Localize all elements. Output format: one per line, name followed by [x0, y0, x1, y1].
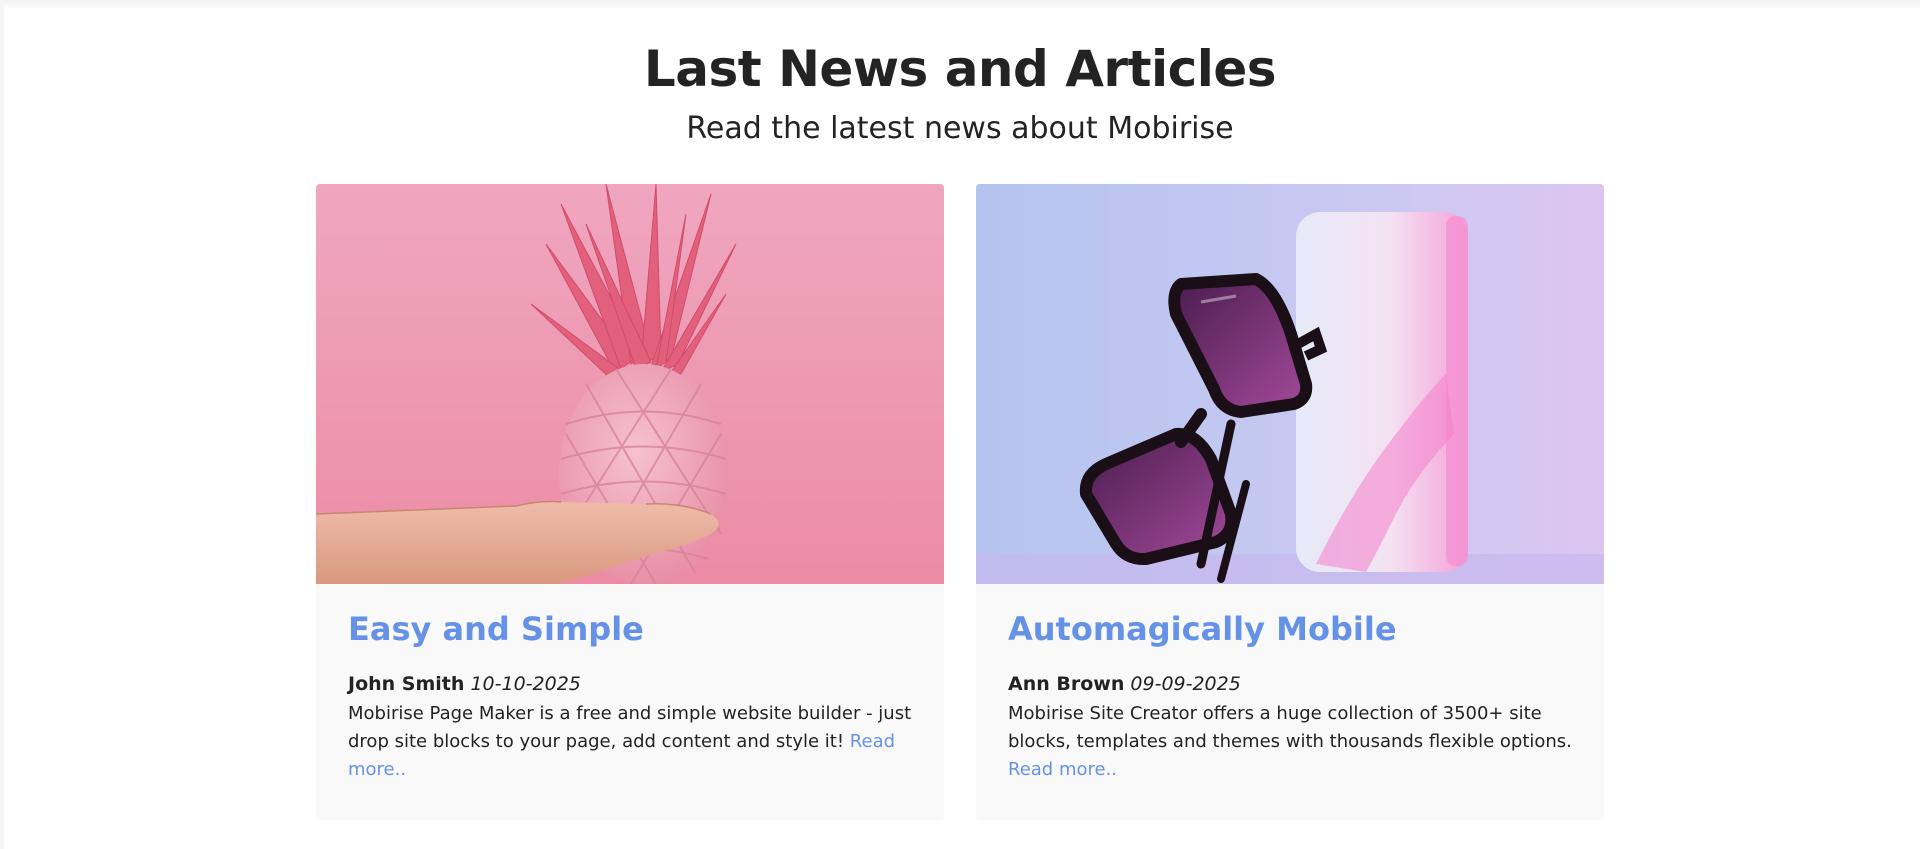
- article-card-automagically-mobile: Automagically Mobile Ann Brown 09-09-202…: [976, 184, 1604, 820]
- card-author: John Smith: [348, 673, 465, 695]
- card-author: Ann Brown: [1008, 673, 1125, 695]
- card-text: Mobirise Site Creator offers a huge coll…: [1008, 700, 1572, 784]
- card-date: 09-09-2025: [1130, 673, 1241, 695]
- section-title: Last News and Articles: [643, 40, 1277, 98]
- card-meta: John Smith 10-10-2025: [348, 670, 581, 698]
- card-image-sunglasses[interactable]: [976, 184, 1604, 584]
- article-card-easy-and-simple: Easy and Simple John Smith 10-10-2025 Mo…: [316, 184, 944, 820]
- card-description: Mobirise Page Maker is a free and simple…: [348, 703, 912, 752]
- read-more-link[interactable]: Read more..: [1008, 759, 1117, 780]
- section-subtitle: Read the latest news about Mobirise: [686, 111, 1234, 146]
- card-image-pineapple[interactable]: [316, 184, 944, 584]
- top-shadow: [0, 0, 1920, 10]
- card-date: 10-10-2025: [470, 673, 581, 695]
- card-text: Mobirise Page Maker is a free and simple…: [348, 700, 912, 784]
- card-description: Mobirise Site Creator offers a huge coll…: [1008, 703, 1572, 752]
- card-title[interactable]: Easy and Simple: [348, 604, 644, 654]
- card-meta: Ann Brown 09-09-2025: [1008, 670, 1241, 698]
- card-title[interactable]: Automagically Mobile: [1008, 604, 1397, 654]
